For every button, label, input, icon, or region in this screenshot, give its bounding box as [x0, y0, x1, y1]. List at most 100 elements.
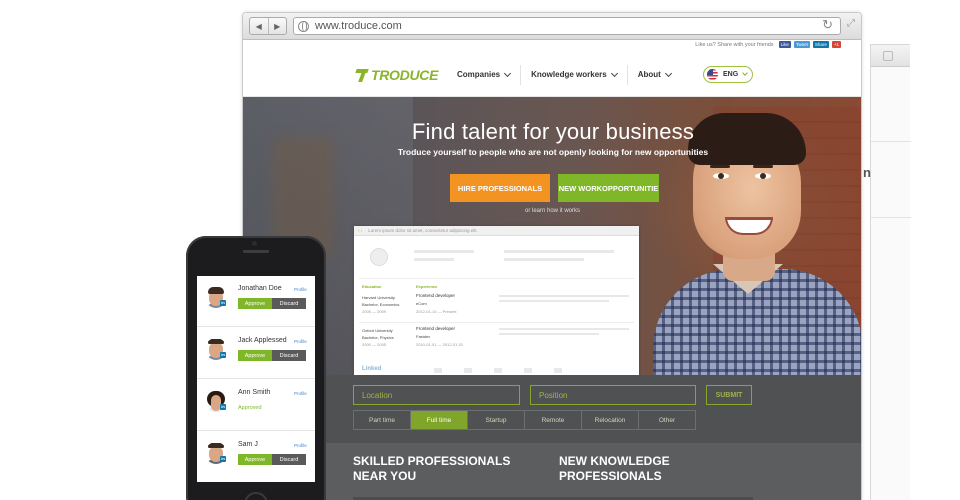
language-selector[interactable]: ENG: [703, 66, 753, 83]
menu-companies[interactable]: Companies: [447, 64, 522, 85]
menu-label: Knowledge workers: [531, 70, 607, 79]
mockup-icon: [494, 368, 502, 373]
hero-section: Find talent for your business Troduce yo…: [243, 97, 861, 387]
chevron-down-icon: [664, 69, 672, 77]
profile-link[interactable]: Profile: [294, 287, 307, 292]
facebook-like-button[interactable]: Like: [778, 41, 791, 48]
tweet-button[interactable]: Tweet: [793, 41, 810, 48]
learn-how-link[interactable]: or learn how it works: [525, 208, 580, 214]
url-text: www.troduce.com: [315, 20, 402, 32]
us-flag-icon: [707, 69, 718, 80]
hire-professionals-button[interactable]: HIRE PROFESSIONALS: [450, 174, 550, 202]
history-nav: ◀ ▶: [249, 17, 287, 35]
position-input[interactable]: Position: [530, 385, 696, 405]
discard-button[interactable]: Discard: [272, 350, 306, 361]
discard-button[interactable]: Discard: [272, 454, 306, 465]
back-button[interactable]: ◀: [250, 18, 269, 34]
menu-label: About: [637, 70, 661, 79]
site-navbar: TRODUCE Companies Knowledge workers Abou…: [243, 52, 861, 97]
camera: [252, 241, 257, 246]
location-input[interactable]: Location: [353, 385, 520, 405]
chevron-down-icon: [610, 69, 618, 77]
candidate-card: in Ann Smith Profile Approved: [197, 380, 315, 431]
phone-screen: in Jonathan Doe Profile Approve Discard …: [197, 276, 315, 482]
mockup-icon: [464, 368, 472, 373]
heading-line: NEW KNOWLEDGE: [559, 454, 670, 468]
share-bar: Like us? Share with your friends Like Tw…: [695, 41, 841, 48]
education-years: 2000 — 2005: [362, 342, 387, 347]
divider: [359, 278, 634, 279]
linkedin-share-button[interactable]: Share: [812, 41, 829, 48]
candidate-card: in Jack Applessed Profile Approve Discar…: [197, 328, 315, 379]
placeholder-line: [499, 333, 599, 335]
google-plus-button[interactable]: +1: [831, 41, 841, 48]
linkedin-icon: in: [220, 404, 226, 410]
job-title: Frontend developer: [416, 293, 456, 298]
fullscreen-icon[interactable]: ⤢: [847, 18, 855, 29]
share-strip: Like us? Share with your friends Like Tw…: [243, 40, 861, 52]
approved-status: Approved: [238, 405, 262, 411]
background-window-button[interactable]: [883, 51, 893, 61]
reload-icon[interactable]: ↻: [822, 17, 833, 33]
candidate-name: Ann Smith: [238, 389, 271, 396]
placeholder-line: [499, 300, 609, 302]
browser-toolbar: ◀ ▶ www.troduce.com ↻ ⤢: [243, 13, 861, 40]
candidate-name: Jack Applessed: [238, 337, 287, 344]
browser-window: ◀ ▶ www.troduce.com ↻ ⤢ Like us? Share w…: [242, 12, 862, 500]
profile-mockup: ‹ › Lorem ipsum dolor sit amet, consectet…: [354, 226, 639, 387]
troduce-logo[interactable]: TRODUCE: [355, 67, 438, 83]
stage: n ◀ ▶ www.troduce.com ↻ ⤢ Like us? Share…: [0, 0, 960, 500]
profile-link[interactable]: Profile: [294, 443, 307, 448]
submit-button[interactable]: SUBMIT: [706, 385, 752, 405]
menu-knowledge-workers[interactable]: Knowledge workers: [521, 64, 628, 85]
mobile-phone: in Jonathan Doe Profile Approve Discard …: [186, 236, 326, 500]
eyebrow: [753, 165, 773, 168]
candidate-name: Sam J: [238, 441, 258, 448]
discard-button[interactable]: Discard: [272, 298, 306, 309]
menu-label: Companies: [457, 70, 501, 79]
skilled-professionals-heading: SKILLED PROFESSIONALS NEAR YOU: [353, 454, 533, 484]
mockup-icon: [554, 368, 562, 373]
education-years: 2005 — 2009: [362, 309, 387, 314]
filter-part-time[interactable]: Part time: [354, 411, 411, 429]
menu-about[interactable]: About: [628, 65, 681, 85]
hero-subtitle: Troduce yourself to people who are not o…: [397, 147, 709, 157]
filter-other[interactable]: Other: [639, 411, 695, 429]
mockup-icon: [524, 368, 532, 373]
education-school: Oxford University: [362, 328, 393, 333]
divider: [359, 322, 634, 323]
placeholder-line: [499, 328, 629, 330]
candidate-card: in Jonathan Doe Profile Approve Discard: [197, 276, 315, 327]
home-button[interactable]: [244, 492, 268, 500]
experience-header: Experience: [416, 284, 438, 289]
education-degree: Bachelor, Economics: [362, 302, 400, 307]
share-text: Like us? Share with your friends: [695, 41, 774, 48]
profile-link[interactable]: Profile: [294, 339, 307, 344]
mockup-toolbar: ‹ › Lorem ipsum dolor sit amet, consectet…: [354, 226, 639, 236]
mockup-icon: [434, 368, 442, 373]
language-label: ENG: [723, 71, 739, 78]
approve-button[interactable]: Approve: [238, 350, 272, 361]
filter-relocation[interactable]: Relocation: [582, 411, 639, 429]
logo-mark-icon: [355, 68, 369, 82]
mockup-bar-text: Lorem ipsum dolor sit amet, consectetur …: [368, 228, 478, 233]
placeholder-line: [504, 250, 614, 253]
filter-full-time[interactable]: Full time: [411, 411, 468, 429]
speaker: [243, 250, 269, 253]
address-bar[interactable]: www.troduce.com: [293, 17, 841, 35]
filter-remote[interactable]: Remote: [525, 411, 582, 429]
globe-icon: [298, 20, 309, 32]
profile-link[interactable]: Profile: [294, 391, 307, 396]
approve-button[interactable]: Approve: [238, 298, 272, 309]
chevron-down-icon: [504, 69, 512, 77]
job-company: Fastdev: [416, 334, 431, 339]
mockup-nav-icon: ‹ ›: [358, 228, 363, 233]
filter-startup[interactable]: Startup: [468, 411, 525, 429]
search-panel: Location Position SUBMIT Part time Full …: [324, 375, 861, 443]
approve-button[interactable]: Approve: [238, 454, 272, 465]
new-work-opportunities-button[interactable]: NEW WORK OPPORTUNITIE: [558, 174, 659, 202]
logo-text: TRODUCE: [371, 67, 439, 83]
eyebrow: [710, 165, 730, 168]
education-school: Harvard University: [362, 295, 395, 300]
forward-button[interactable]: ▶: [269, 18, 287, 34]
